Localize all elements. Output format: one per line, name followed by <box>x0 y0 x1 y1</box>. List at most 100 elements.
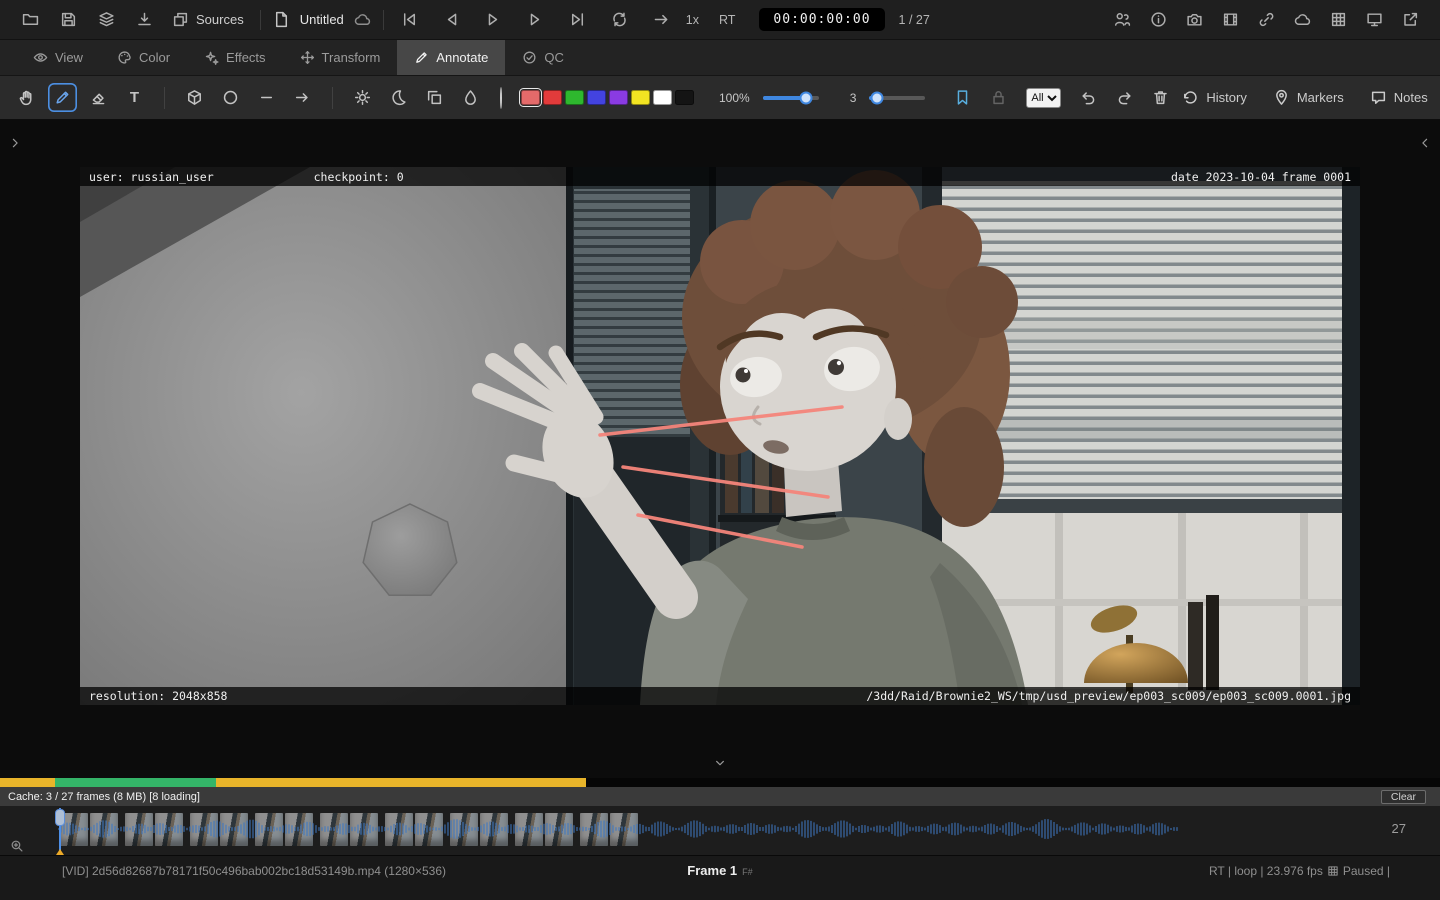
undo-icon <box>1080 89 1097 106</box>
color-swatch-2[interactable] <box>565 90 584 105</box>
frame-unit-label[interactable]: F# <box>742 867 753 877</box>
playback-speed-button[interactable]: 1x <box>676 13 709 27</box>
palette-icon <box>117 50 132 65</box>
right-panel-toggle[interactable] <box>1415 133 1435 153</box>
media-button[interactable] <box>1216 6 1244 34</box>
copy-icon <box>426 89 443 106</box>
color-swatch-0[interactable] <box>519 88 542 107</box>
darken-tool-button[interactable] <box>384 83 413 112</box>
color-swatch-5[interactable] <box>631 90 650 105</box>
burnin-checkpoint: checkpoint: 0 <box>313 169 404 184</box>
undo-button[interactable] <box>1074 83 1103 112</box>
redo-button[interactable] <box>1110 83 1139 112</box>
step-forward-button[interactable] <box>522 6 550 34</box>
tab-view[interactable]: View <box>16 40 100 75</box>
draw-tool-button[interactable] <box>48 83 77 112</box>
bookmark-annotation-button[interactable] <box>948 83 977 112</box>
tab-transform[interactable]: Transform <box>283 40 398 75</box>
snapshot-button[interactable] <box>1180 6 1208 34</box>
pan-tool-button[interactable] <box>12 83 41 112</box>
play-direction-button[interactable] <box>648 6 676 34</box>
playhead-handle[interactable] <box>55 809 65 826</box>
color-swatch-1[interactable] <box>543 90 562 105</box>
skip-to-start-button[interactable] <box>396 6 424 34</box>
timeline-zoom-button[interactable] <box>10 839 24 853</box>
tab-color[interactable]: Color <box>100 40 187 75</box>
play-button[interactable] <box>480 6 508 34</box>
brush-size-slider[interactable] <box>869 91 926 104</box>
bookmark-icon <box>954 89 971 106</box>
play-backward-button[interactable] <box>438 6 466 34</box>
tab-qc[interactable]: QC <box>505 40 581 75</box>
eraser-tool-button[interactable] <box>84 83 113 112</box>
playback-mode-text: RT | loop | 23.976 fps <box>1208 864 1323 878</box>
color-swatch-7[interactable] <box>675 90 694 105</box>
notes-button[interactable]: Notes <box>1370 89 1428 106</box>
document-title: Untitled <box>299 12 344 27</box>
tab-effects[interactable]: Effects <box>187 40 283 75</box>
skip-end-icon <box>569 11 586 28</box>
video-frame-image <box>80 167 1360 705</box>
delete-annotation-button[interactable] <box>1146 83 1175 112</box>
open-button[interactable] <box>16 6 44 34</box>
cloud-sync-icon <box>354 11 371 28</box>
cache-segment <box>0 778 55 787</box>
eye-icon <box>33 50 48 65</box>
sources-button[interactable]: Sources <box>168 6 248 34</box>
layout-grid-button[interactable] <box>1324 6 1352 34</box>
pop-out-button[interactable] <box>1396 6 1424 34</box>
save-button[interactable] <box>54 6 82 34</box>
tab-annotate[interactable]: Annotate <box>397 40 506 75</box>
application-window: Sources Untitled 1x RT 00:00:00:00 1 / 2… <box>0 0 1440 900</box>
cache-status-text: Cache: 3 / 27 frames (8 MB) [8 loading] <box>8 790 200 803</box>
collaborators-button[interactable] <box>1108 6 1136 34</box>
color-swatch-4[interactable] <box>609 90 628 105</box>
file-actions-group: Sources <box>16 6 248 34</box>
info-button[interactable] <box>1144 6 1172 34</box>
viewer-collapse-button[interactable] <box>713 756 727 770</box>
line-shape-button[interactable] <box>252 83 281 112</box>
moon-icon <box>390 89 407 106</box>
chevron-left-icon <box>1418 136 1432 150</box>
left-panel-toggle[interactable] <box>5 133 25 153</box>
marker-pin-icon <box>1273 89 1290 106</box>
eraser-icon <box>90 89 107 106</box>
square-shape-button[interactable] <box>180 83 209 112</box>
cube-icon <box>186 89 203 106</box>
color-palette <box>519 88 694 107</box>
text-tool-button[interactable]: T <box>120 83 149 112</box>
skip-to-end-button[interactable] <box>564 6 592 34</box>
circle-shape-button[interactable] <box>216 83 245 112</box>
cloud-button[interactable] <box>1288 6 1316 34</box>
cache-strip: Cache: 3 / 27 frames (8 MB) [8 loading] … <box>0 778 1440 806</box>
realtime-toggle-button[interactable]: RT <box>709 13 745 27</box>
timeline[interactable]: 27 <box>0 806 1440 858</box>
history-button[interactable]: History <box>1182 89 1247 106</box>
markers-button[interactable]: Markers <box>1273 89 1344 106</box>
loop-mode-button[interactable] <box>606 6 634 34</box>
layers-button[interactable] <box>92 6 120 34</box>
sources-icon <box>172 11 189 28</box>
cache-bar <box>0 778 1440 787</box>
color-swatch-6[interactable] <box>653 90 672 105</box>
tab-color-label: Color <box>138 50 171 65</box>
annotation-scope-select[interactable]: All <box>1026 87 1062 108</box>
opacity-slider[interactable] <box>762 91 819 104</box>
color-swatch-3[interactable] <box>587 90 606 105</box>
clone-tool-button[interactable] <box>420 83 449 112</box>
lock-annotation-button[interactable] <box>984 83 1013 112</box>
video-frame-canvas[interactable]: user: russian_user checkpoint: 0 date 20… <box>80 167 1360 705</box>
status-bar: [VID] 2d56d82687b78171f50c496bab002bc18d… <box>0 855 1440 900</box>
share-link-button[interactable] <box>1252 6 1280 34</box>
brush-size-slider-thumb[interactable] <box>870 91 884 104</box>
burnin-file-path: /3dd/Raid/Brownie2_WS/tmp/usd_preview/ep… <box>866 689 1351 703</box>
presentation-button[interactable] <box>1360 6 1388 34</box>
export-button[interactable] <box>130 6 158 34</box>
cache-clear-button[interactable]: Clear <box>1380 789 1426 804</box>
blur-tool-button[interactable] <box>456 83 485 112</box>
document-icon <box>273 11 290 28</box>
lighten-tool-button[interactable] <box>348 83 377 112</box>
opacity-slider-thumb[interactable] <box>799 91 813 104</box>
sources-label: Sources <box>196 12 244 27</box>
arrow-shape-button[interactable] <box>288 83 317 112</box>
